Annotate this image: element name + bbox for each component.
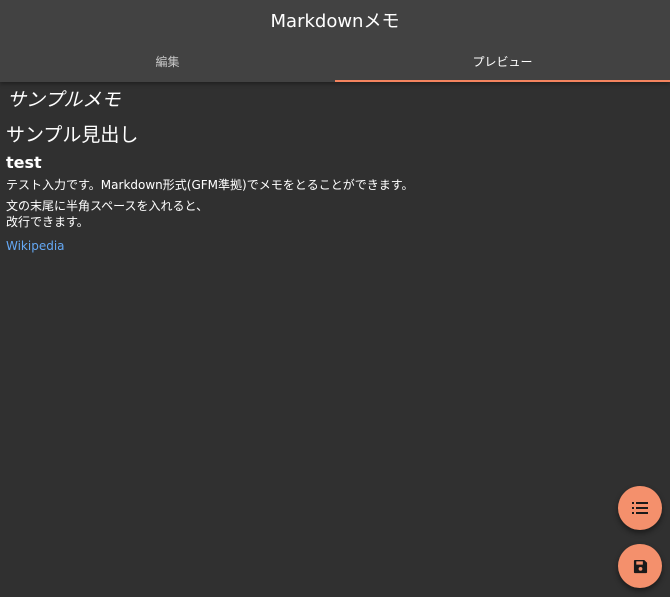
save-icon (633, 559, 648, 574)
app-title: Markdownメモ (270, 11, 400, 32)
memo-title: サンプルメモ (7, 89, 121, 111)
preview-heading-3: test (6, 153, 42, 172)
preview-heading-2: サンプル見出し (6, 124, 139, 146)
tab-bar: 編集 プレビュー (0, 44, 670, 82)
wikipedia-link[interactable]: Wikipedia (6, 238, 65, 254)
tab-edit[interactable]: 編集 (0, 44, 335, 82)
preview-pane: サンプルメモ サンプル見出し test テスト入力です。Markdown形式(G… (6, 86, 660, 254)
app-bar: Markdownメモ 編集 プレビュー (0, 0, 670, 82)
list-icon (632, 502, 648, 514)
save-button[interactable] (618, 544, 662, 588)
preview-paragraph-line: 改行できます。 (6, 215, 89, 229)
memo-list-button[interactable] (618, 486, 662, 530)
preview-paragraph: テスト入力です。Markdown形式(GFM準拠)でメモをとることができます。 (6, 178, 414, 192)
preview-paragraph-line: 文の末尾に半角スペースを入れると、 (6, 199, 209, 213)
tab-preview[interactable]: プレビュー (335, 44, 670, 82)
